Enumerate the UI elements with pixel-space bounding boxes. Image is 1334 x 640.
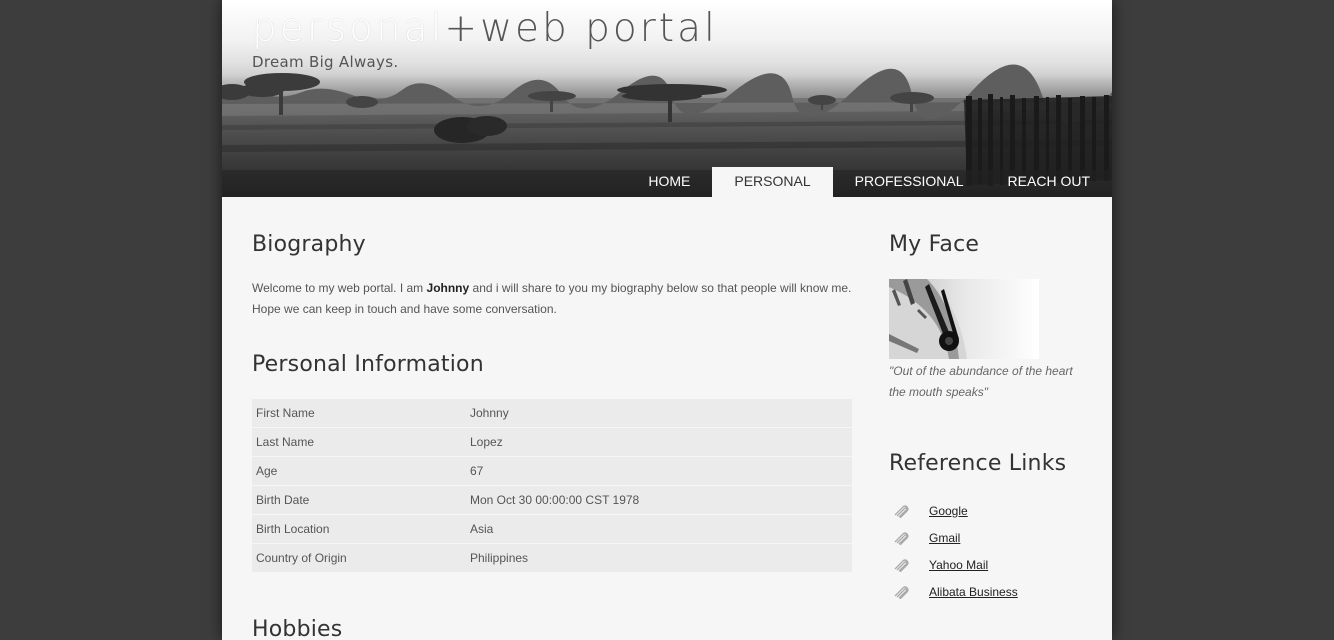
paperclip-icon — [892, 558, 916, 572]
paperclip-icon — [892, 585, 916, 599]
nav-item-personal[interactable]: PERSONAL — [712, 167, 833, 197]
nav-item-professional[interactable]: PROFESSIONAL — [833, 167, 986, 197]
biography-text: Welcome to my web portal. I am Johnny an… — [252, 278, 852, 320]
profile-photo-clock-image — [889, 279, 1039, 359]
reference-links-list: Google Gmail Yahoo Mail Alibata Business — [889, 497, 1018, 605]
last-name-value: Lopez — [470, 435, 503, 449]
link-google[interactable]: Google — [929, 504, 968, 518]
list-item: Google — [889, 497, 1018, 524]
country-of-origin-value: Philippines — [470, 551, 529, 565]
last-name-label: Last Name — [256, 435, 315, 449]
site-title-personal: personal — [252, 6, 445, 51]
birth-location-value: Asia — [470, 522, 494, 536]
nav-item-home[interactable]: HOME — [626, 167, 712, 197]
age-value: 67 — [470, 464, 484, 478]
table-row: Last Name Lopez — [252, 427, 852, 457]
list-item: Alibata Business — [889, 578, 1018, 605]
hobbies-heading: Hobbies — [252, 617, 343, 640]
header-banner: personal+web portal Dream Big Always. HO… — [222, 0, 1112, 197]
age-label: Age — [256, 464, 278, 478]
table-row: Birth Date Mon Oct 30 00:00:00 CST 1978 — [252, 485, 852, 515]
site-title[interactable]: personal+web portal — [252, 6, 718, 51]
birth-date-label: Birth Date — [256, 493, 310, 507]
table-row: Age 67 — [252, 456, 852, 486]
personal-information-heading: Personal Information — [252, 352, 484, 377]
profile-quote: "Out of the abundance of the heart the m… — [889, 364, 1073, 399]
table-row: Country of Origin Philippines — [252, 543, 852, 573]
nav-item-reach-out[interactable]: REACH OUT — [986, 167, 1112, 197]
link-gmail[interactable]: Gmail — [929, 531, 960, 545]
paperclip-icon — [892, 504, 916, 518]
table-row: First Name Johnny — [252, 399, 852, 428]
first-name-label: First Name — [256, 406, 315, 420]
country-of-origin-label: Country of Origin — [256, 551, 347, 565]
reference-links-heading: Reference Links — [889, 451, 1067, 476]
link-yahoo-mail[interactable]: Yahoo Mail — [929, 558, 988, 572]
first-name-value: Johnny — [470, 406, 509, 420]
main-navigation: HOME PERSONAL PROFESSIONAL REACH OUT — [626, 167, 1112, 197]
birth-date-value: Mon Oct 30 00:00:00 CST 1978 — [470, 493, 640, 507]
biography-heading: Biography — [252, 232, 366, 257]
paperclip-icon — [892, 531, 916, 545]
site-title-web-portal: +web portal — [444, 6, 718, 51]
site-tagline: Dream Big Always. — [252, 53, 399, 71]
birth-location-label: Birth Location — [256, 522, 330, 536]
biography-name: Johnny — [426, 281, 470, 295]
table-row: Birth Location Asia — [252, 514, 852, 544]
personal-information-table: First Name Johnny Last Name Lopez Age 67… — [252, 399, 852, 573]
link-alibata-business[interactable]: Alibata Business — [929, 585, 1018, 599]
biography-text-intro: Welcome to my web portal. I am — [252, 281, 427, 295]
my-face-heading: My Face — [889, 232, 980, 257]
list-item: Gmail — [889, 524, 1018, 551]
page-container: personal+web portal Dream Big Always. HO… — [222, 0, 1112, 640]
list-item: Yahoo Mail — [889, 551, 1018, 578]
